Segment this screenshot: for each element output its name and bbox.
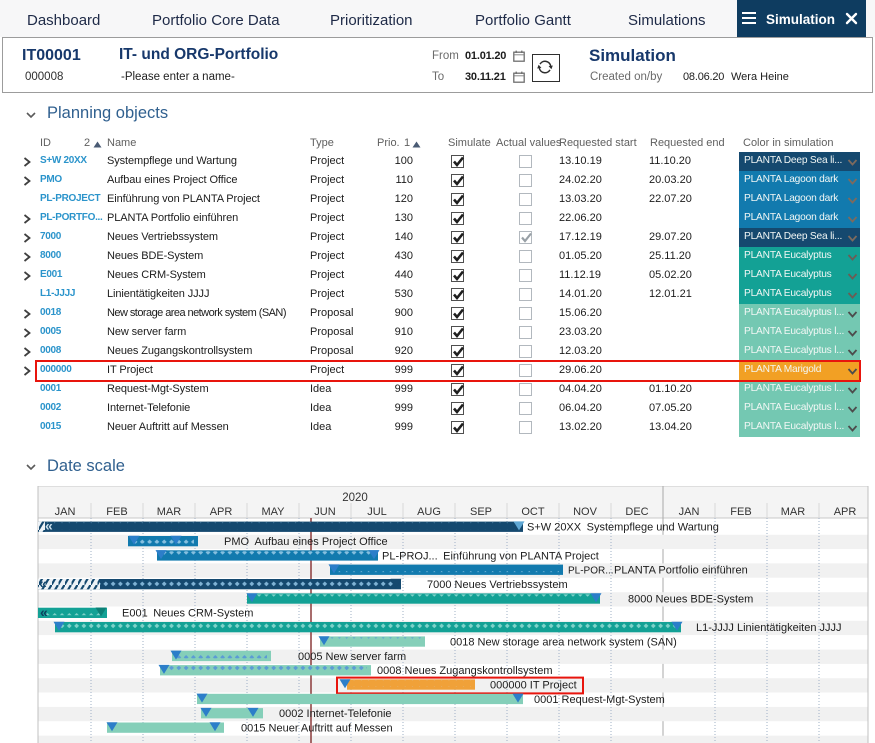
svg-text:NOV: NOV [573,506,598,518]
svg-text:JAN: JAN [55,506,76,518]
svg-text:0001 Request-Mgt-System: 0001 Request-Mgt-System [534,694,665,706]
svg-text:SEP: SEP [470,506,492,518]
svg-text:S+W 20XX Systempflege und Wart: S+W 20XX Systempflege und Wartung [527,522,719,534]
svg-text:000000 IT Project: 000000 IT Project [490,679,577,691]
svg-text:FEB: FEB [106,506,127,518]
svg-text:PL-PROJ... Einführung von PLAN: PL-PROJ... Einführung von PLANTA Project [382,550,599,562]
svg-text:FEB: FEB [730,506,751,518]
svg-text:PMO Aufbau eines Project Offic: PMO Aufbau eines Project Office [224,536,388,548]
svg-text:APR: APR [210,506,233,518]
svg-text:7000 Neues Vertriebssystem: 7000 Neues Vertriebssystem [427,579,568,591]
svg-text:DEC: DEC [625,506,648,518]
svg-text:APR: APR [834,506,857,518]
svg-text:MAR: MAR [157,506,182,518]
svg-text:2020: 2020 [342,492,368,504]
svg-text:E001 Neues CRM-System: E001 Neues CRM-System [122,608,253,620]
svg-text:L1-JJJJ Linientätigkeiten JJJJ: L1-JJJJ Linientätigkeiten JJJJ [696,622,842,634]
svg-text:0018 New storage area network: 0018 New storage area network system (SA… [450,636,677,648]
svg-text:JAN: JAN [679,506,700,518]
svg-text:OCT: OCT [521,506,545,518]
svg-text:MAY: MAY [261,506,285,518]
svg-text:PLANTA Portfolio einführen: PLANTA Portfolio einführen [614,565,748,577]
svg-text:PL-POR...: PL-POR... [568,566,614,577]
svg-text:JUN: JUN [314,506,335,518]
svg-text:0002 Internet-Telefonie: 0002 Internet-Telefonie [279,708,392,720]
svg-text:0015 Neuer Auftritt auf Messen: 0015 Neuer Auftritt auf Messen [241,723,393,735]
svg-text:0005 New server farm: 0005 New server farm [298,651,406,663]
svg-text:0008 Neues Zugangskontrollsyst: 0008 Neues Zugangskontrollsystem [377,665,552,677]
svg-text:JUL: JUL [367,506,387,518]
svg-text:AUG: AUG [417,506,441,518]
svg-text:MAR: MAR [781,506,806,518]
svg-text:8000 Neues BDE-System: 8000 Neues BDE-System [628,593,753,605]
